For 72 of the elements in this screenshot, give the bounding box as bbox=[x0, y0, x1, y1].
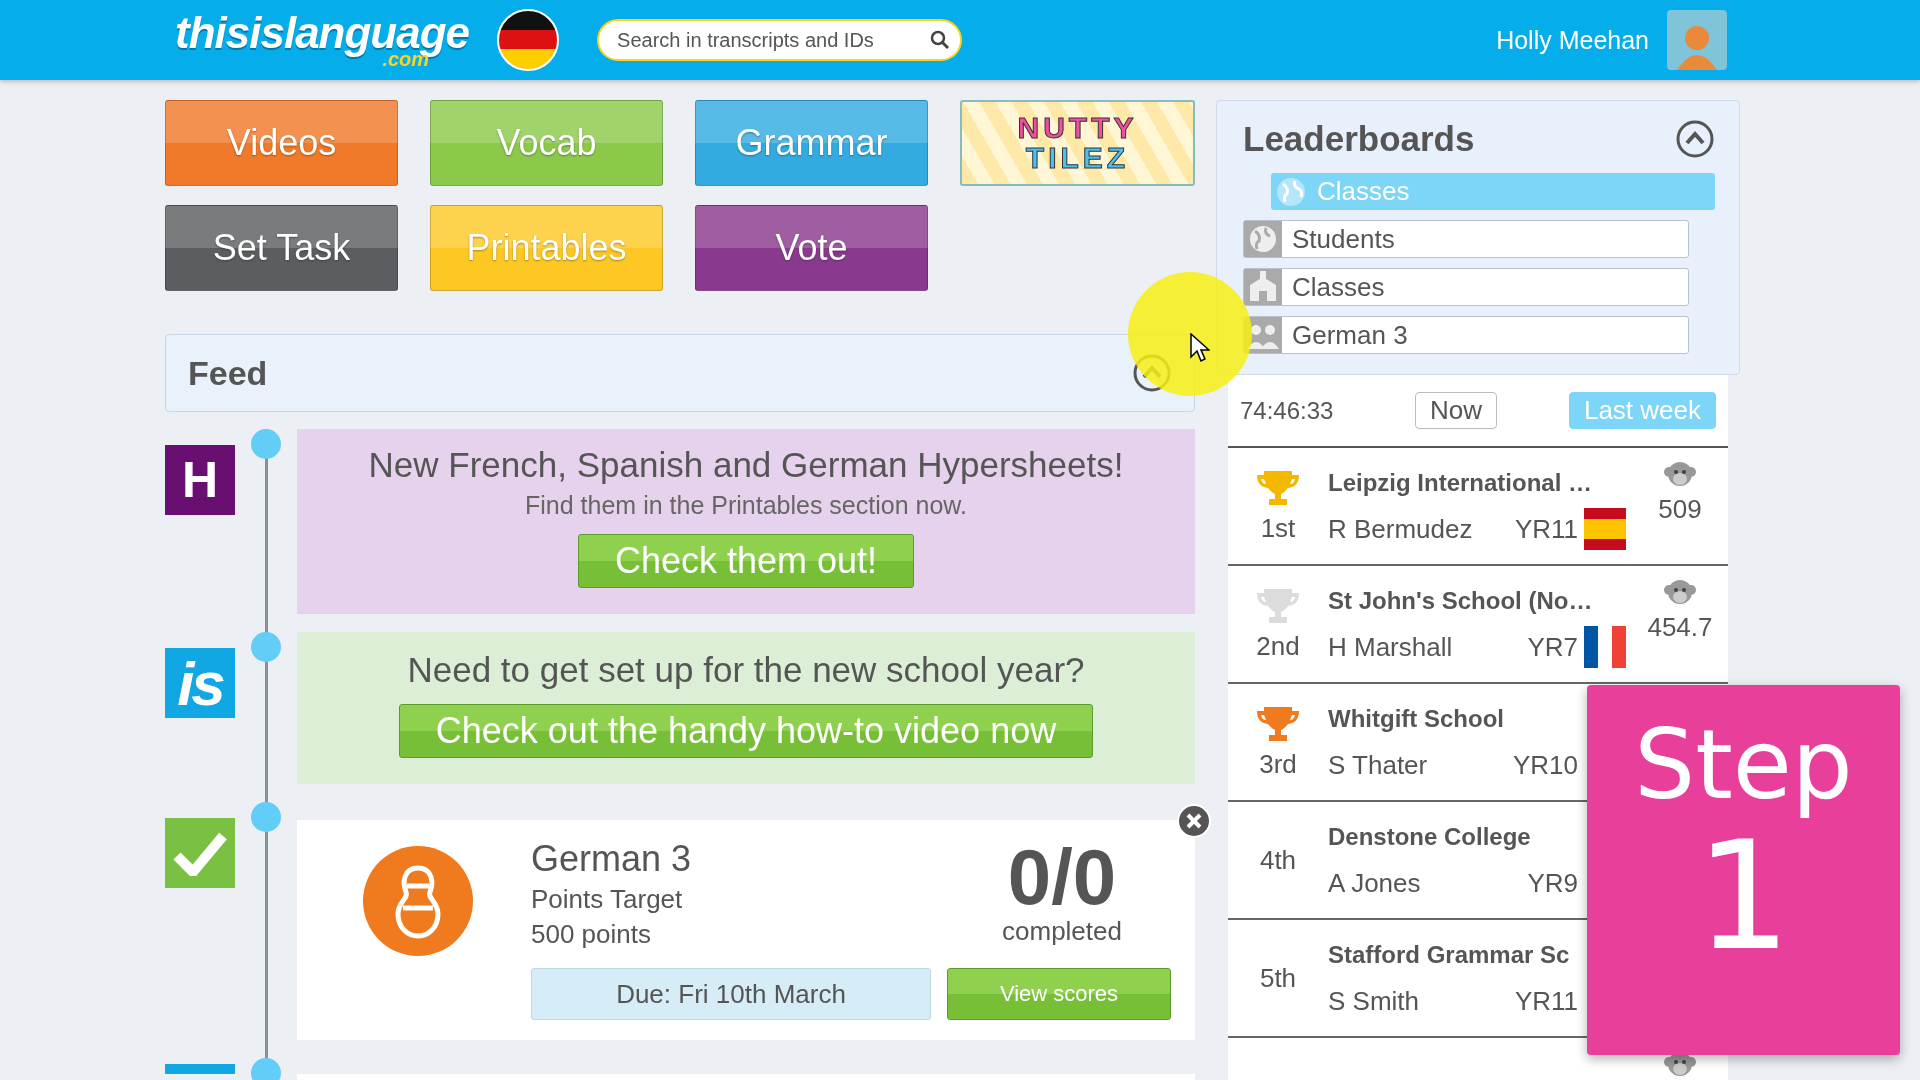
timeline-dot bbox=[251, 802, 281, 832]
user-name[interactable]: Holly Meehan bbox=[1496, 25, 1649, 55]
student-name: H Marshall bbox=[1328, 631, 1453, 663]
score-label: completed bbox=[1002, 916, 1122, 947]
task-type: Points Target bbox=[531, 884, 684, 915]
scope-option[interactable]: Students bbox=[1243, 220, 1689, 258]
rank: 4th bbox=[1259, 844, 1297, 876]
timeline-dot bbox=[251, 429, 281, 459]
globe-icon bbox=[1275, 175, 1307, 208]
task-target: 500 points bbox=[531, 919, 652, 950]
check-them-out-button[interactable]: Check them out! bbox=[577, 534, 915, 588]
student-name: R Bermudez bbox=[1328, 513, 1473, 545]
school-name: St John's School (No… bbox=[1328, 585, 1593, 616]
collapse-icon[interactable] bbox=[1675, 119, 1715, 159]
rank: 5th bbox=[1259, 962, 1297, 994]
announcement-heading: New French, Spanish and German Hypersheets! bbox=[368, 445, 1124, 485]
flag-icon bbox=[1584, 626, 1626, 668]
step-word: Step bbox=[1634, 709, 1853, 821]
close-icon[interactable] bbox=[1186, 813, 1202, 829]
task-class-name: German 3 bbox=[531, 838, 692, 880]
score: 454.7 bbox=[1647, 612, 1713, 643]
student-name: S Smith bbox=[1328, 985, 1420, 1017]
badge-logo: H bbox=[165, 445, 235, 515]
school-name: Leipzig International … bbox=[1328, 467, 1592, 498]
student-name: A Jones bbox=[1328, 867, 1421, 899]
school-building-icon bbox=[1244, 269, 1282, 305]
school-name: Denstone College bbox=[1328, 821, 1531, 852]
period-tab[interactable]: Now bbox=[1415, 392, 1497, 429]
year-group: YR11 bbox=[1514, 985, 1578, 1017]
search-field[interactable]: Search in transcripts and IDs bbox=[597, 19, 963, 61]
rank: 3rd bbox=[1259, 748, 1297, 780]
nav-button[interactable]: Vocab bbox=[430, 100, 663, 186]
close-button[interactable] bbox=[1177, 804, 1211, 838]
year-group: YR11 bbox=[1514, 513, 1578, 545]
check-badge-icon bbox=[165, 818, 235, 888]
announcement-text: Find them in the Printables section now. bbox=[525, 491, 967, 520]
year-group: YR7 bbox=[1527, 631, 1578, 663]
score: 509 bbox=[1658, 494, 1702, 525]
countdown-timer: 74:46:33 bbox=[1240, 396, 1335, 425]
rank: 2nd bbox=[1256, 630, 1300, 662]
nutty-tilez-logo[interactable]: NUTTY TILEZ bbox=[960, 100, 1195, 186]
year-group: YR10 bbox=[1512, 749, 1578, 781]
school-name: Whitgift School bbox=[1328, 703, 1504, 734]
current-scope[interactable]: Classes bbox=[1271, 173, 1715, 210]
period-tab[interactable]: Last week bbox=[1568, 392, 1716, 429]
timeline-dot bbox=[251, 632, 281, 662]
rank: 1st bbox=[1260, 512, 1296, 544]
nav-button[interactable]: Videos bbox=[165, 100, 398, 186]
promo-heading: Need to get set up for the new school year? bbox=[407, 650, 1085, 690]
video-link-button[interactable]: Check out the handy how-to video now bbox=[398, 704, 1094, 758]
due-date: Due: Fri 10th March bbox=[531, 968, 931, 1020]
year-group: YR9 bbox=[1527, 867, 1578, 899]
feed-title: Feed bbox=[188, 353, 268, 393]
step-number: 1 bbox=[1695, 821, 1792, 971]
nav-button[interactable]: Printables bbox=[430, 205, 663, 291]
badge-icon bbox=[165, 1064, 235, 1074]
peanut-icon bbox=[363, 846, 473, 956]
school-name: Stafford Grammar Sc bbox=[1328, 939, 1570, 970]
nav-button[interactable]: Grammar bbox=[695, 100, 928, 186]
leaderboard-title: Leaderboards bbox=[1243, 119, 1475, 159]
flag-icon bbox=[1584, 508, 1626, 550]
search-icon[interactable] bbox=[930, 30, 951, 50]
student-name: S Thater bbox=[1328, 749, 1428, 781]
nav-button[interactable]: Vote bbox=[695, 205, 928, 291]
scope-option[interactable]: Classes bbox=[1243, 268, 1689, 306]
task-score: 0/0 bbox=[1007, 838, 1117, 916]
timeline-dot bbox=[251, 1058, 281, 1080]
view-scores-button[interactable]: View scores bbox=[947, 968, 1171, 1020]
badge-logo: is bbox=[165, 648, 235, 718]
globe-icon bbox=[1244, 221, 1282, 257]
nav-button[interactable]: Set Task bbox=[165, 205, 398, 291]
pointer-icon bbox=[1190, 333, 1210, 363]
